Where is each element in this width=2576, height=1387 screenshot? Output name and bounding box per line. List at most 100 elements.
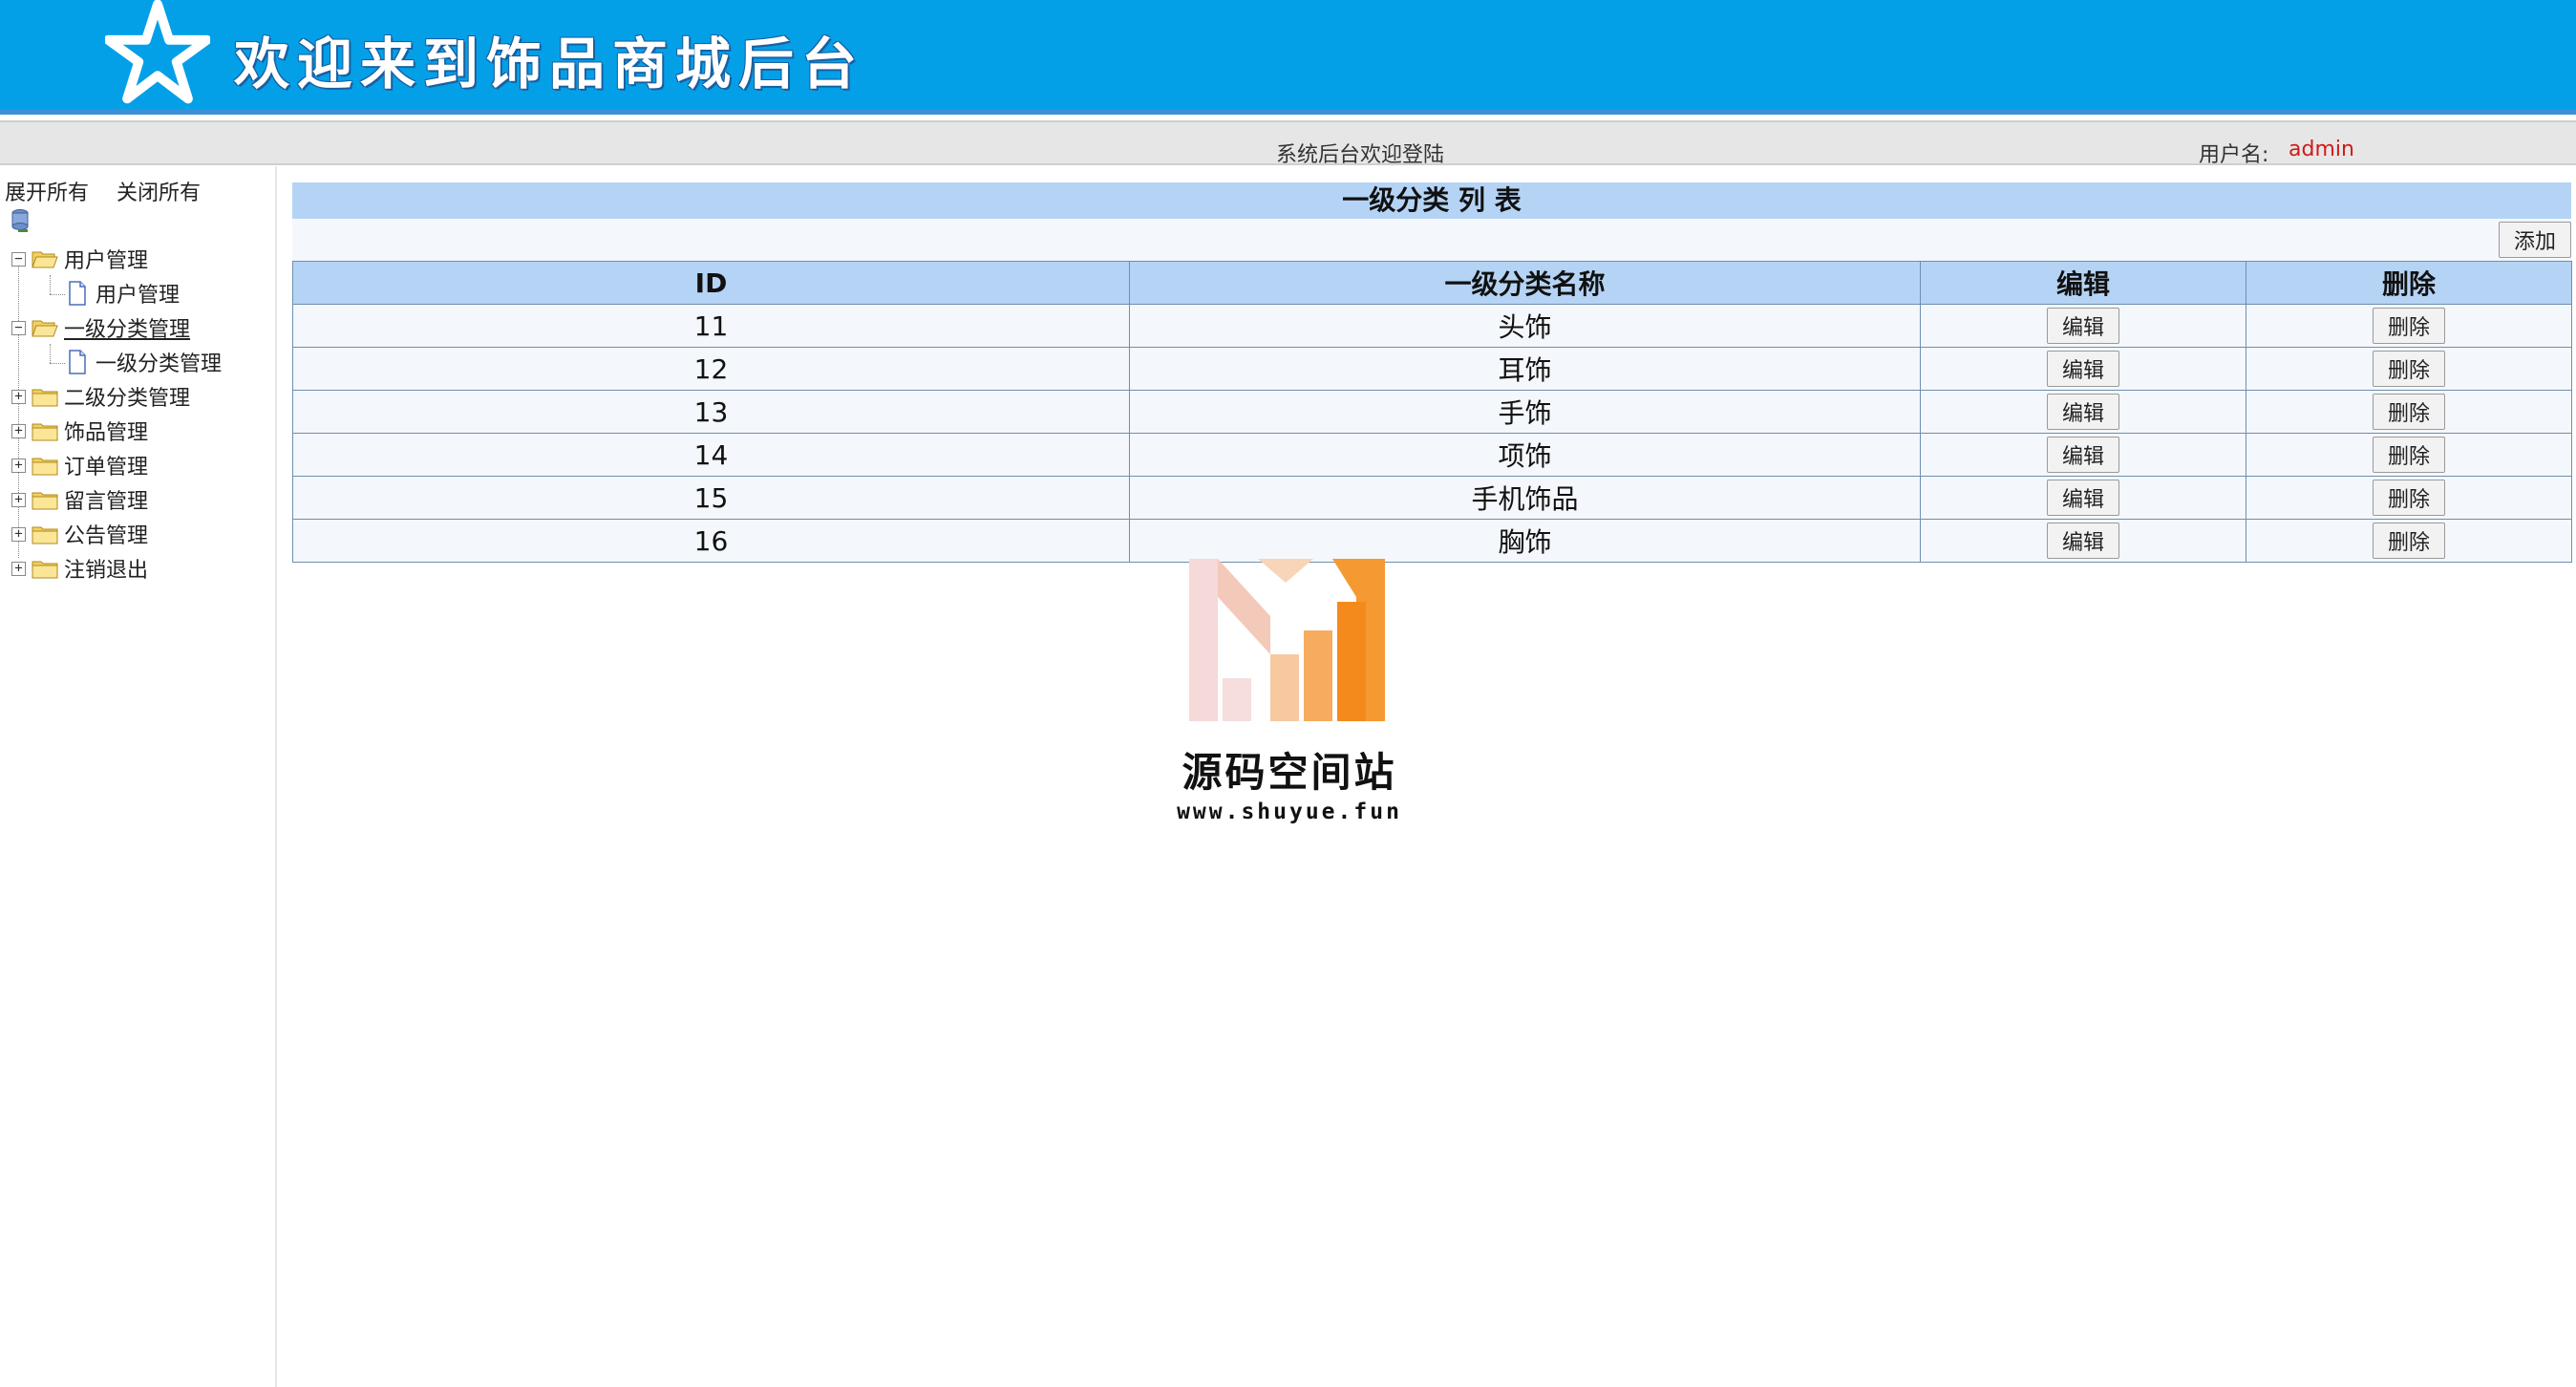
cell-edit: 编辑	[1920, 347, 2246, 391]
table-row: 16 胸饰 编辑 删除	[292, 519, 2572, 563]
sidebar-item-logout[interactable]: + 注销退出	[11, 552, 148, 585]
sidebar-item-label: 饰品管理	[64, 421, 149, 445]
expand-toggle-icon[interactable]: +	[11, 389, 26, 404]
cell-id: 13	[292, 390, 1130, 434]
edit-button[interactable]: 编辑	[2047, 351, 2119, 387]
watermark-title: 源码空间站	[1182, 749, 1397, 796]
watermark-logo	[1189, 559, 1385, 721]
column-header-edit: 编辑	[1920, 261, 2246, 305]
collapse-toggle-icon[interactable]: −	[11, 320, 26, 335]
cell-name: 手饰	[1129, 390, 1921, 434]
star-icon	[105, 0, 210, 104]
cell-name: 耳饰	[1129, 347, 1921, 391]
add-button[interactable]: 添加	[2499, 222, 2571, 258]
cell-edit: 编辑	[1920, 390, 2246, 434]
sidebar-item-messages[interactable]: + 留言管理	[11, 483, 148, 516]
expand-toggle-icon[interactable]: +	[11, 458, 26, 473]
sidebar-subitem-label: 一级分类管理	[96, 352, 223, 376]
sidebar-item-label: 一级分类管理	[64, 318, 191, 342]
sidebar-tree-controls: 展开所有 关闭所有	[5, 176, 222, 206]
sidebar-subitem-category-level1[interactable]: 一级分类管理	[67, 346, 222, 378]
welcome-text: 系统后台欢迎登陆	[1276, 143, 1445, 167]
sidebar-item-label: 留言管理	[64, 490, 149, 514]
folder-icon	[32, 492, 58, 510]
folder-open-icon	[32, 320, 58, 337]
folder-icon	[32, 423, 58, 441]
column-header-id: ID	[292, 261, 1130, 305]
username-label: 用户名:	[2199, 143, 2269, 167]
header-banner: 欢迎来到饰品商城后台	[0, 0, 2576, 115]
folder-icon	[32, 389, 58, 407]
cell-id: 15	[292, 476, 1130, 520]
sidebar: 展开所有 关闭所有 − 用户管理 用户管理 − 一级分类管理 一级分类管理 + …	[0, 166, 277, 1387]
edit-button[interactable]: 编辑	[2047, 437, 2119, 473]
sidebar-item-notices[interactable]: + 公告管理	[11, 518, 148, 550]
sidebar-item-jewelry[interactable]: + 饰品管理	[11, 415, 148, 447]
column-header-delete: 删除	[2246, 261, 2572, 305]
collapse-toggle-icon[interactable]: −	[11, 251, 26, 267]
expand-toggle-icon[interactable]: +	[11, 561, 26, 576]
cell-edit: 编辑	[1920, 433, 2246, 477]
banner-title: 欢迎来到饰品商城后台	[234, 32, 865, 96]
table-row: 13 手饰 编辑 删除	[292, 390, 2572, 434]
watermark-url: www.shuyue.fun	[1177, 800, 1402, 824]
folder-open-icon	[32, 251, 58, 268]
cell-delete: 删除	[2246, 433, 2572, 477]
sidebar-item-category-level1[interactable]: − 一级分类管理	[11, 311, 190, 344]
folder-icon	[32, 458, 58, 476]
edit-button[interactable]: 编辑	[2047, 480, 2119, 516]
folder-icon	[32, 561, 58, 579]
delete-button[interactable]: 删除	[2373, 437, 2445, 473]
cell-id: 16	[292, 519, 1130, 563]
sidebar-item-category-level2[interactable]: + 二级分类管理	[11, 380, 190, 413]
sidebar-item-user-management[interactable]: − 用户管理	[11, 243, 148, 275]
sidebar-item-orders[interactable]: + 订单管理	[11, 449, 148, 481]
cell-id: 14	[292, 433, 1130, 477]
username-value: admin	[2289, 138, 2354, 161]
table-row: 14 项饰 编辑 删除	[292, 433, 2572, 477]
delete-button[interactable]: 删除	[2373, 394, 2445, 430]
expand-toggle-icon[interactable]: +	[11, 492, 26, 507]
delete-button[interactable]: 删除	[2373, 480, 2445, 516]
cell-name: 手机饰品	[1129, 476, 1921, 520]
sidebar-item-label: 订单管理	[64, 456, 149, 480]
document-icon	[69, 281, 86, 306]
table-toolbar: 添加	[292, 219, 2571, 261]
table-header-row: ID 一级分类名称 编辑 删除	[292, 261, 2572, 305]
delete-button[interactable]: 删除	[2373, 308, 2445, 344]
sidebar-subitem-user-management[interactable]: 用户管理	[67, 277, 180, 309]
edit-button[interactable]: 编辑	[2047, 523, 2119, 559]
edit-button[interactable]: 编辑	[2047, 308, 2119, 344]
edit-button[interactable]: 编辑	[2047, 394, 2119, 430]
table-row: 12 耳饰 编辑 删除	[292, 347, 2572, 391]
database-icon	[11, 209, 29, 232]
expand-toggle-icon[interactable]: +	[11, 423, 26, 438]
table-row: 15 手机饰品 编辑 删除	[292, 476, 2572, 520]
sidebar-item-label: 用户管理	[64, 249, 149, 273]
cell-delete: 删除	[2246, 347, 2572, 391]
status-bar: 系统后台欢迎登陆 用户名: admin	[0, 120, 2576, 167]
sidebar-item-label: 注销退出	[64, 559, 149, 583]
cell-id: 12	[292, 347, 1130, 391]
cell-delete: 删除	[2246, 519, 2572, 563]
cell-edit: 编辑	[1920, 519, 2246, 563]
cell-id: 11	[292, 304, 1130, 348]
table-caption: 一级分类 列 表	[292, 182, 2571, 219]
delete-button[interactable]: 删除	[2373, 523, 2445, 559]
sidebar-item-label: 公告管理	[64, 524, 149, 548]
sidebar-subitem-label: 用户管理	[96, 284, 181, 308]
expand-toggle-icon[interactable]: +	[11, 526, 26, 542]
cell-delete: 删除	[2246, 304, 2572, 348]
cell-edit: 编辑	[1920, 476, 2246, 520]
cell-name: 头饰	[1129, 304, 1921, 348]
document-icon	[69, 350, 86, 374]
folder-icon	[32, 526, 58, 544]
cell-name: 项饰	[1129, 433, 1921, 477]
cell-edit: 编辑	[1920, 304, 2246, 348]
delete-button[interactable]: 删除	[2373, 351, 2445, 387]
collapse-all-link[interactable]: 关闭所有	[117, 181, 201, 205]
cell-name: 胸饰	[1129, 519, 1921, 563]
cell-delete: 删除	[2246, 476, 2572, 520]
category-table: ID 一级分类名称 编辑 删除 11 头饰 编辑 删除 12 耳饰 编辑 删除 …	[292, 261, 2572, 563]
expand-all-link[interactable]: 展开所有	[5, 181, 89, 205]
